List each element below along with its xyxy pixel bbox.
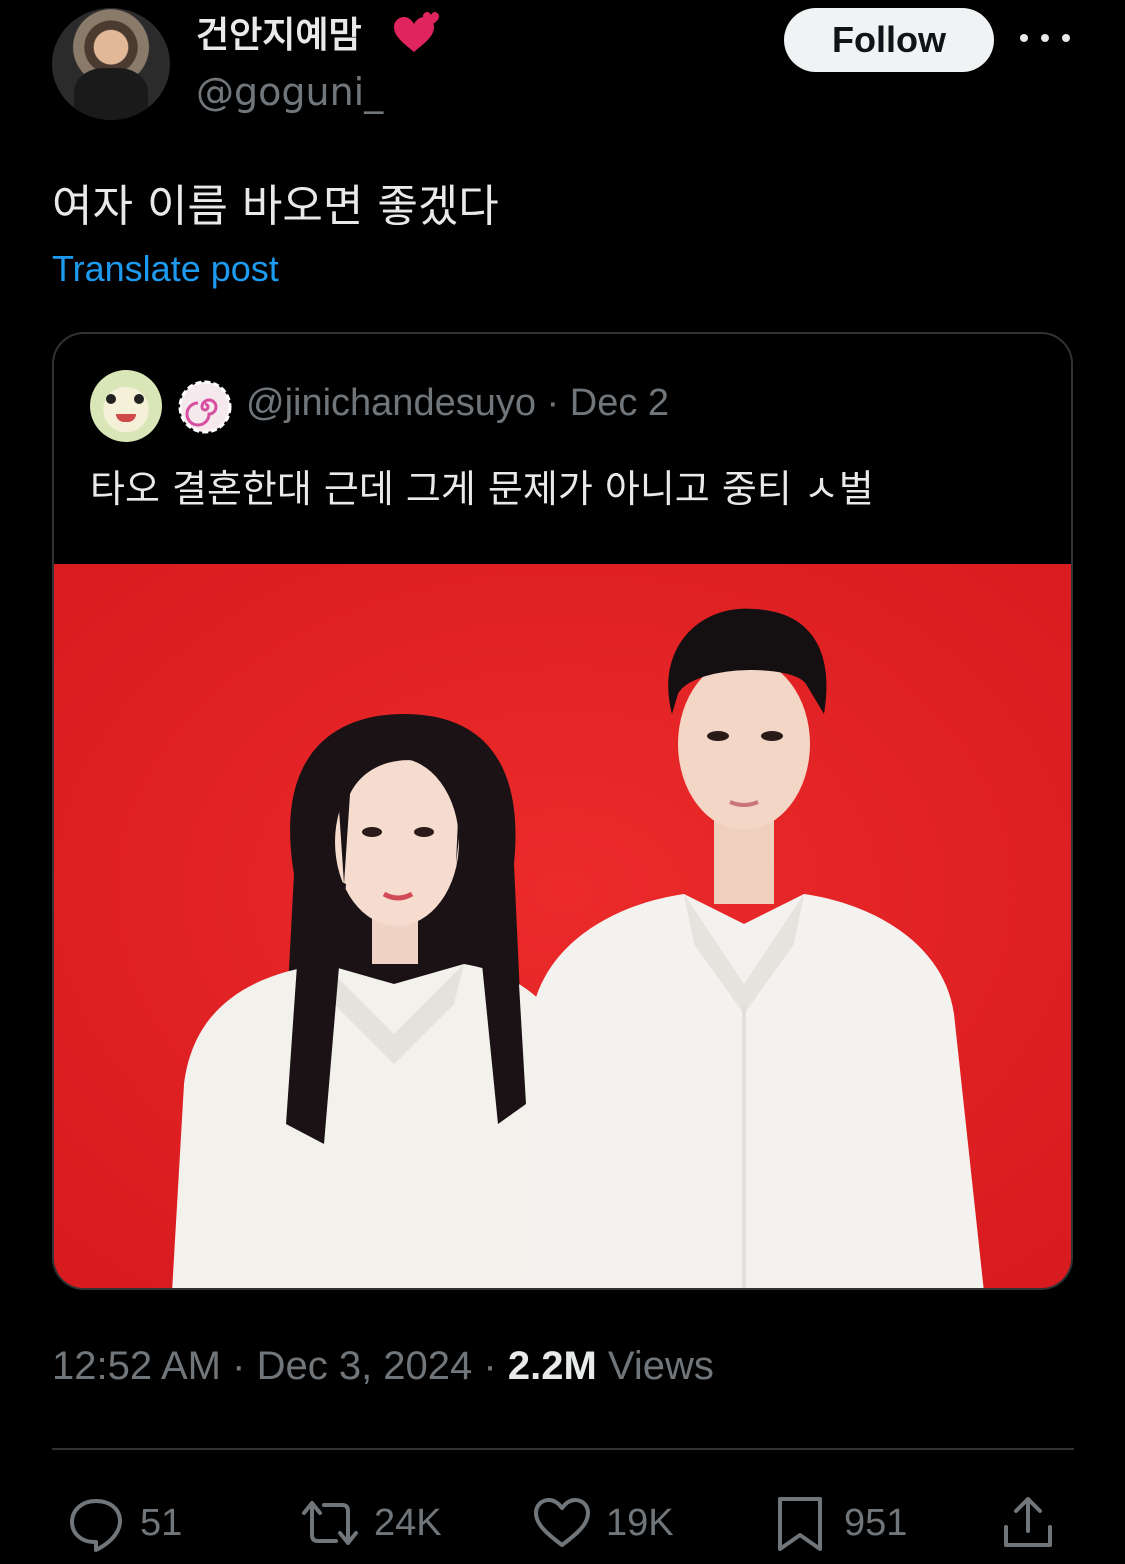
repost-count: 24K bbox=[374, 1501, 442, 1544]
reply-icon bbox=[70, 1499, 122, 1552]
quoted-author-avatar[interactable] bbox=[90, 370, 162, 442]
post-text: 여자 이름 바오면 좋겠다 bbox=[52, 181, 499, 232]
quoted-handle[interactable]: @jinichandesuyo bbox=[246, 382, 536, 424]
quoted-handle-date: @jinichandesuyo · Dec 2 bbox=[246, 382, 669, 425]
like-count: 19K bbox=[606, 1501, 674, 1544]
quoted-date[interactable]: Dec 2 bbox=[570, 382, 669, 424]
separator-dot: · bbox=[483, 1344, 508, 1388]
author-handle[interactable]: @goguni_ bbox=[196, 70, 383, 114]
spiral-icon bbox=[178, 380, 232, 434]
quoted-text: 타오 결혼한대 근데 그게 문제가 아니고 중티 ㅅ벌 bbox=[90, 467, 874, 511]
quoted-photo[interactable] bbox=[54, 564, 1071, 1288]
author-avatar[interactable] bbox=[52, 8, 170, 120]
couple-photo-illustration bbox=[54, 564, 1071, 1288]
reply-count: 51 bbox=[140, 1501, 183, 1544]
share-icon bbox=[1004, 1497, 1052, 1547]
quoted-post[interactable]: @jinichandesuyo · Dec 2 타오 결혼한대 근데 그게 문제… bbox=[52, 332, 1073, 1290]
heart-icon bbox=[534, 1498, 590, 1547]
views-count: 2.2M bbox=[507, 1344, 597, 1388]
repost-icon bbox=[302, 1501, 358, 1545]
views-label: Views bbox=[607, 1344, 714, 1388]
translate-post-link[interactable]: Translate post bbox=[52, 248, 279, 290]
post-time[interactable]: 12:52 AM bbox=[52, 1344, 221, 1388]
like-button[interactable]: 19K bbox=[532, 1490, 674, 1556]
post-header: 건안지예맘 @goguni_ Follow bbox=[0, 0, 1125, 130]
separator-dot: · bbox=[232, 1344, 257, 1388]
follow-button[interactable]: Follow bbox=[784, 8, 994, 72]
reply-button[interactable]: 51 bbox=[66, 1490, 182, 1556]
post-date[interactable]: Dec 3, 2024 bbox=[257, 1344, 473, 1388]
divider bbox=[52, 1448, 1074, 1450]
bookmark-button[interactable]: 951 bbox=[770, 1490, 907, 1556]
share-button[interactable] bbox=[998, 1490, 1058, 1556]
author-display-name[interactable]: 건안지예맘 bbox=[196, 6, 362, 58]
bookmark-icon bbox=[778, 1497, 822, 1551]
bookmark-count: 951 bbox=[844, 1501, 908, 1544]
post-meta: 12:52 AM · Dec 3, 2024 · 2.2M Views bbox=[52, 1344, 714, 1389]
separator-dot: · bbox=[546, 382, 570, 424]
two-hearts-icon bbox=[394, 12, 439, 52]
more-options-icon[interactable] bbox=[1020, 28, 1070, 48]
repost-button[interactable]: 24K bbox=[300, 1490, 442, 1556]
